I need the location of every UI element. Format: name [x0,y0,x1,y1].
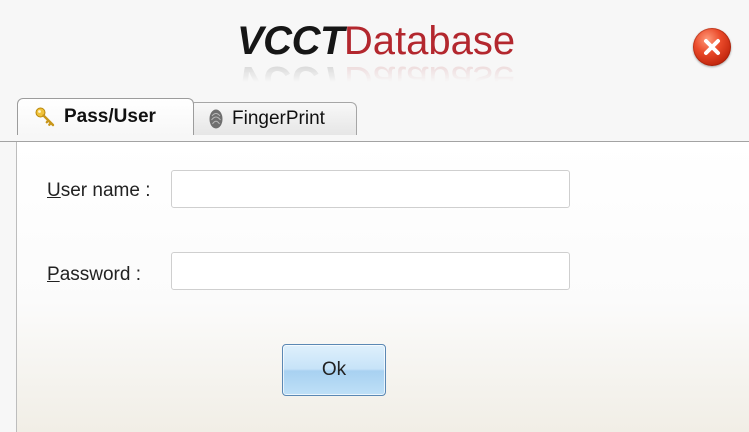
password-input[interactable] [171,252,570,290]
tab-fingerprint-label: FingerPrint [232,108,325,129]
tab-pass-user[interactable]: Pass/User [17,98,194,135]
username-label-accesskey: U [47,180,61,201]
tab-fingerprint[interactable]: FingerPrint [189,102,357,135]
logo-reflection-database: Database [343,58,516,102]
key-icon [34,106,56,128]
login-panel: User name : Password : Ok [16,142,749,432]
logo-reflection-vcct: VCCT [237,58,344,102]
login-window: VCCTDatabase VCCTDatabase Pass/User Fing… [0,0,749,432]
password-label-text: assword : [59,264,141,285]
fingerprint-icon [208,108,224,130]
close-button[interactable] [693,28,731,66]
tab-pass-user-label: Pass/User [64,106,156,127]
logo-reflection: VCCTDatabase [237,58,516,102]
password-label: Password : [47,264,141,286]
username-label: User name : [47,180,151,202]
tab-strip: Pass/User FingerPrint [0,98,749,144]
username-input[interactable] [171,170,570,208]
ok-button[interactable]: Ok [282,344,386,396]
password-label-accesskey: P [47,264,60,285]
close-icon [704,39,720,55]
username-label-text: ser name : [60,180,151,201]
logo-text-database: Database [343,19,516,63]
logo-text-vcct: VCCT [237,19,344,63]
app-logo: VCCTDatabase [237,18,515,64]
